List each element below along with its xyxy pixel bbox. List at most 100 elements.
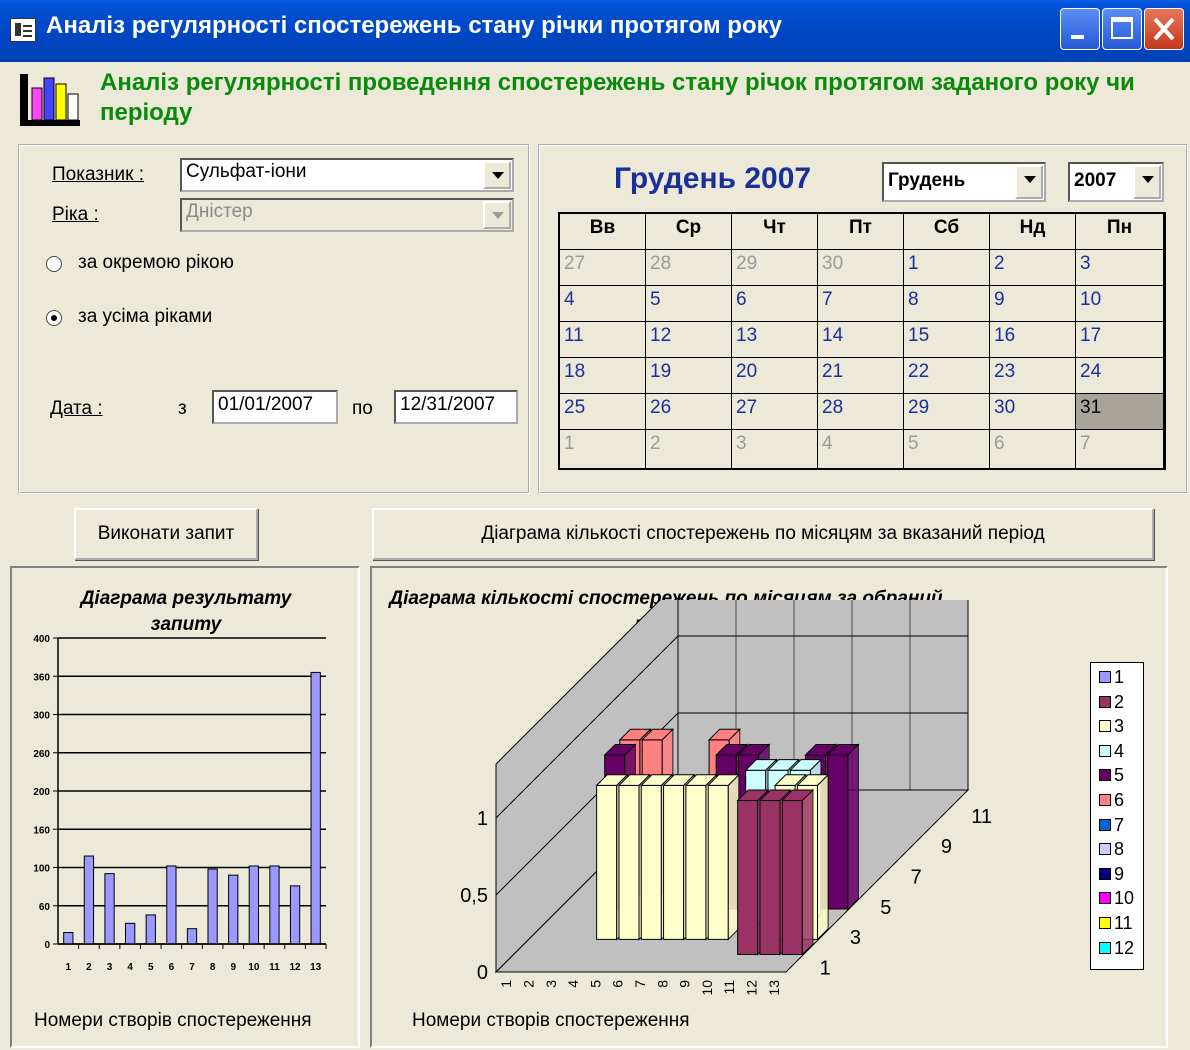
- legend-item: 8: [1099, 837, 1124, 861]
- bar: [104, 873, 115, 945]
- calendar-day[interactable]: 28: [646, 250, 732, 286]
- legend-swatch: [1099, 744, 1111, 757]
- calendar-day[interactable]: 3: [732, 430, 818, 470]
- depth-tick-label: 5: [880, 897, 891, 919]
- x-tick-label: 4: [127, 962, 133, 973]
- y-tick-label: 160: [33, 825, 50, 836]
- calendar-day[interactable]: 1: [560, 430, 646, 470]
- calendar-day[interactable]: 14: [818, 322, 904, 358]
- legend-swatch: [1099, 695, 1111, 708]
- bar-front: [663, 784, 685, 940]
- minimize-button[interactable]: [1060, 8, 1100, 50]
- calendar-day[interactable]: 8: [904, 286, 990, 322]
- bar: [166, 865, 177, 945]
- calendar-day[interactable]: 16: [990, 322, 1076, 358]
- calendar-day[interactable]: 24: [1076, 358, 1164, 394]
- calendar-day[interactable]: 18: [560, 358, 646, 394]
- bar: [248, 865, 259, 945]
- bar-front: [737, 800, 759, 956]
- legend-item: 12: [1099, 936, 1134, 960]
- x-tick-label: 13: [766, 980, 782, 996]
- calendar-day[interactable]: 6: [990, 430, 1076, 470]
- calendar-day[interactable]: 1: [904, 250, 990, 286]
- calendar-day[interactable]: 6: [732, 286, 818, 322]
- monthly-chart-button[interactable]: Діаграма кількості спостережень по місяц…: [372, 508, 1154, 560]
- date-to-input[interactable]: 12/31/2007: [394, 390, 518, 424]
- x-tick-label: 13: [310, 962, 322, 973]
- legend-label: 4: [1114, 740, 1125, 761]
- x-tick-label: 8: [210, 962, 216, 973]
- chevron-down-icon[interactable]: [1133, 165, 1161, 199]
- radio-all-rivers[interactable]: [46, 310, 62, 326]
- calendar-day[interactable]: 30: [990, 394, 1076, 430]
- maximize-button[interactable]: [1102, 8, 1142, 50]
- indicator-label: Показник :: [52, 164, 144, 185]
- calendar-day[interactable]: 30: [818, 250, 904, 286]
- calendar-day[interactable]: 28: [818, 394, 904, 430]
- depth-tick-label: 7: [911, 866, 922, 888]
- calendar-day[interactable]: 31: [1076, 394, 1164, 430]
- calendar-day[interactable]: 27: [732, 394, 818, 430]
- indicator-select[interactable]: Сульфат-іони: [180, 158, 514, 192]
- calendar-day[interactable]: 27: [560, 250, 646, 286]
- calendar-day[interactable]: 19: [646, 358, 732, 394]
- chevron-down-icon[interactable]: [1015, 165, 1043, 199]
- calendar-day[interactable]: 2: [990, 250, 1076, 286]
- calendar-day[interactable]: 25: [560, 394, 646, 430]
- chart-legend: 1 2 3 4 5 6 7 8 9 10 11 12: [1090, 662, 1144, 970]
- date-from-input[interactable]: 01/01/2007: [212, 390, 338, 424]
- monthly-chart-xlabel: Номери створів спостереження: [412, 1010, 690, 1031]
- query-chart-xlabel: Номери створів спостереження: [34, 1010, 312, 1031]
- calendar-day[interactable]: 29: [904, 394, 990, 430]
- radio-single-river[interactable]: [46, 256, 62, 272]
- x-tick-label: 1: [498, 980, 514, 988]
- x-tick-label: 2: [86, 962, 92, 973]
- legend-label: 5: [1114, 765, 1125, 786]
- legend-item: 6: [1099, 788, 1124, 812]
- calendar-day[interactable]: 29: [732, 250, 818, 286]
- run-query-button[interactable]: Виконати запит: [74, 508, 258, 560]
- calendar-day[interactable]: 12: [646, 322, 732, 358]
- weekday-header: Вв: [560, 214, 646, 250]
- x-tick-label: 5: [587, 980, 603, 988]
- calendar-day[interactable]: 5: [646, 286, 732, 322]
- calendar-day[interactable]: 7: [818, 286, 904, 322]
- month-select[interactable]: Грудень: [882, 162, 1046, 202]
- bar: [125, 922, 136, 945]
- calendar-day[interactable]: 7: [1076, 430, 1164, 470]
- legend-label: 10: [1114, 888, 1135, 909]
- calendar-day[interactable]: 11: [560, 322, 646, 358]
- calendar-day[interactable]: 21: [818, 358, 904, 394]
- weekday-header: Ср: [646, 214, 732, 250]
- calendar-day[interactable]: 23: [990, 358, 1076, 394]
- calendar-day[interactable]: 4: [560, 286, 646, 322]
- calendar-day[interactable]: 15: [904, 322, 990, 358]
- close-button[interactable]: [1144, 8, 1184, 50]
- y-tick-label: 0: [477, 962, 488, 984]
- calendar-day[interactable]: 13: [732, 322, 818, 358]
- calendar-day[interactable]: 20: [732, 358, 818, 394]
- legend-item: 1: [1099, 665, 1124, 689]
- chevron-down-icon[interactable]: [483, 161, 511, 189]
- legend-swatch: [1099, 671, 1111, 683]
- bar-front: [685, 784, 707, 940]
- legend-item: 4: [1099, 739, 1124, 763]
- calendar-day[interactable]: 2: [646, 430, 732, 470]
- legend-item: 5: [1099, 763, 1124, 787]
- calendar-day[interactable]: 17: [1076, 322, 1164, 358]
- calendar-day[interactable]: 4: [818, 430, 904, 470]
- calendar-day[interactable]: 26: [646, 394, 732, 430]
- calendar-day[interactable]: 3: [1076, 250, 1164, 286]
- weekday-header: Пт: [818, 214, 904, 250]
- bar-front: [596, 784, 618, 940]
- calendar-day[interactable]: 5: [904, 430, 990, 470]
- window-title: Аналіз регулярності спостережень стану р…: [46, 12, 782, 39]
- calendar-title: Грудень 2007: [614, 162, 812, 195]
- calendar-day[interactable]: 22: [904, 358, 990, 394]
- year-select[interactable]: 2007: [1068, 162, 1164, 202]
- calendar-day[interactable]: 9: [990, 286, 1076, 322]
- indicator-value: Сульфат-іони: [186, 161, 307, 182]
- calendar-day[interactable]: 10: [1076, 286, 1164, 322]
- y-tick-label: 1: [477, 808, 488, 830]
- bar: [207, 868, 218, 945]
